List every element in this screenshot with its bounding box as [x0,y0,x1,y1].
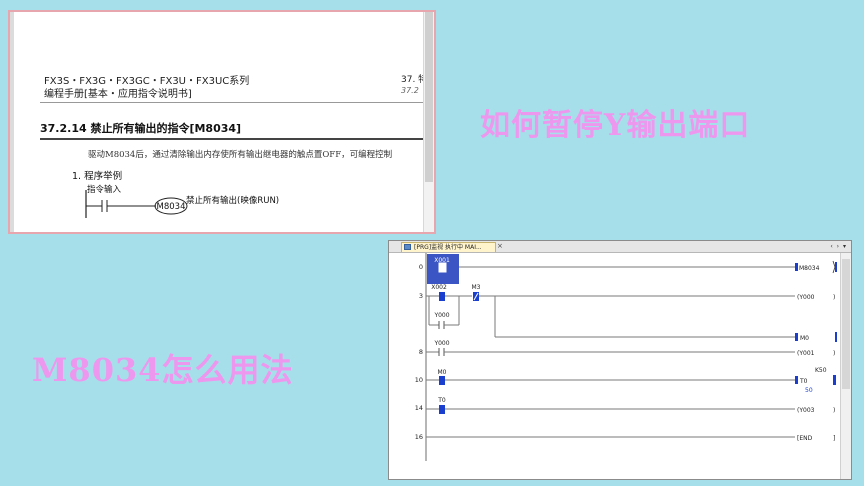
contact-m0[interactable] [439,376,445,385]
contact-x001[interactable] [438,262,447,273]
plc-tab-bar: [PRG]监视 执行中 MAI... × ‹ › ▾ [389,241,851,253]
tab-scroll-controls[interactable]: ‹ › ▾ [830,241,847,252]
manual-example-heading: 1. 程序举例 [72,171,123,182]
timer-current-value: 50 [805,387,813,394]
timer-setting: K50 [815,367,827,374]
manual-body-text: 驱动M8034后，通过清除输出内存使所有输出继电器的触点置OFF，可编程控制 [88,150,393,160]
manual-scrollbar[interactable] [423,12,434,232]
program-icon [404,244,411,250]
contact-x002[interactable] [439,292,445,301]
tab-prg-monitor[interactable]: [PRG]监视 执行中 MAI... [401,242,496,252]
output-m8034-marker [795,263,798,271]
output-y001[interactable]: (Y001 [797,350,815,357]
manual-chapter-sub-ref: 37.2 [401,86,419,95]
contact-x002-label: X002 [431,284,447,291]
output-m0[interactable]: M0 [800,335,809,342]
ladder-scroll-thumb[interactable] [842,259,850,389]
coil-close-paren: ) [833,294,835,301]
step-number: 14 [415,404,423,412]
step-number: 0 [419,263,423,271]
contact-y000-label: Y000 [433,340,449,347]
step-number: 3 [419,292,423,300]
manual-coil-text: M8034 [157,202,186,212]
manual-section-heading: 37.2.14 禁止所有输出的指令[M8034] [40,122,242,135]
headline-m8034-usage: M8034怎么用法 [32,351,294,389]
manual-left-edge [10,12,14,232]
coil-close-paren: ) [833,407,835,414]
manual-ladder-diagram: M8034 [85,190,188,218]
output-m8034[interactable]: M8034 [799,265,820,272]
headline-pause-y-output: 如何暂停Y输出端口 [480,108,751,143]
step-number: 16 [415,433,423,441]
contact-t0[interactable] [439,405,445,414]
end-instruction[interactable]: [END [797,435,813,442]
right-rail-marker [835,332,837,342]
plc-ladder-window: [PRG]监视 执行中 MAI... × ‹ › ▾ 0 3 8 10 14 1… [388,240,852,480]
output-t0[interactable]: T0 [799,378,808,385]
manual-book-title: 编程手册[基本・应用指令说明书] [44,89,192,100]
step-number: 8 [419,348,423,356]
tab-label: [PRG]监视 执行中 MAI... [414,244,482,251]
manual-section-rule [40,138,434,140]
coil-close-paren: ) [833,350,835,357]
right-rail-marker [835,262,837,272]
manual-header-rule [40,102,434,103]
contact-m3-label: M3 [472,284,481,291]
ladder-vertical-scrollbar[interactable] [840,253,851,479]
tab-close-icon[interactable]: × [497,242,503,251]
manual-page-panel: FX3S・FX3G・FX3GC・FX3U・FX3UC系列 编程手册[基本・应用指… [8,10,436,234]
output-y003[interactable]: (Y003 [797,407,815,414]
contact-t0-label: T0 [437,397,446,404]
ladder-diagram: 0 3 8 10 14 16 X001 M8034 X002 M3 (Y000 … [415,253,837,461]
coil-close-paren: ] [833,435,835,442]
coil-active-marker [833,375,836,385]
output-m0-marker [795,333,798,341]
contact-y000-branch-label: Y000 [433,312,449,319]
step-number: 10 [415,376,423,384]
manual-coil-note: 禁止所有输出(映像RUN) [186,196,280,206]
contact-m0-label: M0 [438,369,447,376]
manual-scroll-thumb[interactable] [425,12,433,182]
end-text: END [799,435,812,442]
output-y000[interactable]: (Y000 [797,294,815,301]
output-t0-marker [795,376,798,384]
